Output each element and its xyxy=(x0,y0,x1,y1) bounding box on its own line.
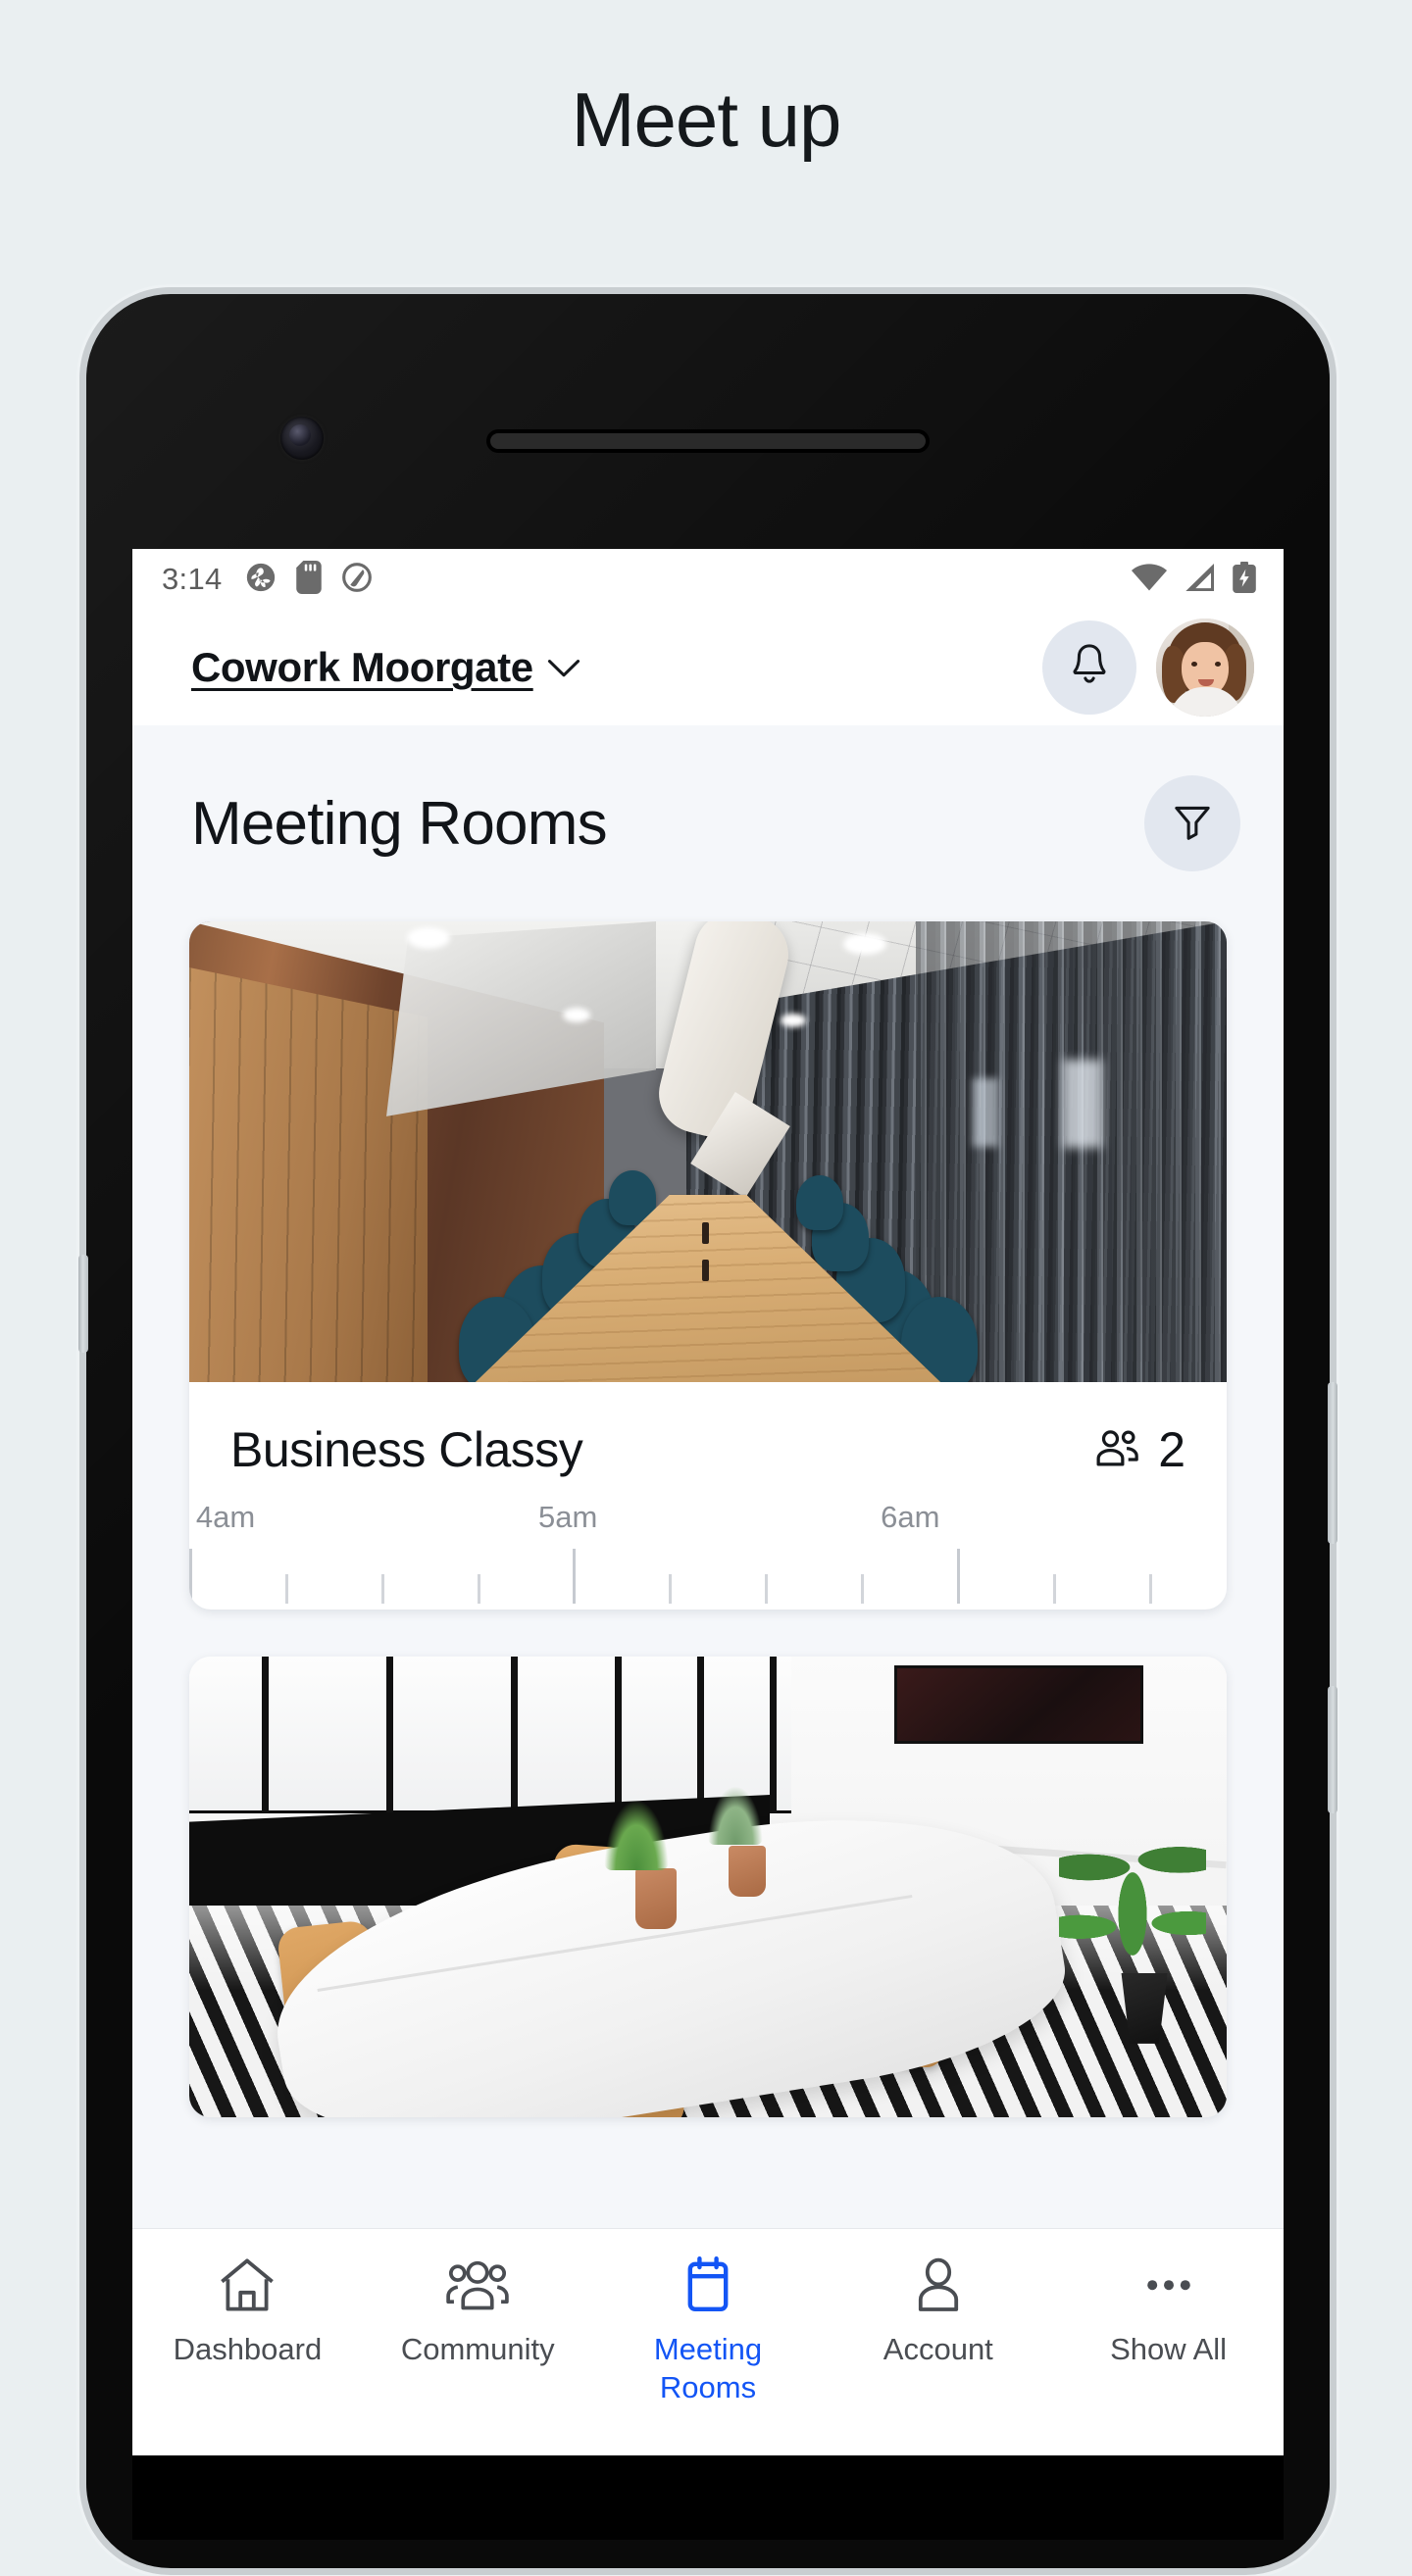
timeline-tick-minor xyxy=(477,1574,480,1604)
timeline-tick-minor xyxy=(1052,1574,1056,1604)
avatar-eye-right xyxy=(1215,662,1221,667)
room-card[interactable]: Business Classy 2 4am 5am 6am xyxy=(189,921,1227,1610)
timeline-label: 4am xyxy=(195,1500,256,1534)
nav-label-account: Account xyxy=(882,2332,993,2366)
phone-screen: 3:14 Cowork Moorgate Meeting Rooms Busin… xyxy=(132,549,1284,2455)
page-title: Meet up xyxy=(571,76,842,163)
room-list[interactable]: Business Classy 2 4am 5am 6am xyxy=(132,921,1284,2455)
room-timeline[interactable]: 4am 5am 6am xyxy=(189,1500,1227,1610)
section-title: Meeting Rooms xyxy=(191,789,608,858)
earpiece-speaker xyxy=(486,429,930,453)
battery-charging-icon xyxy=(1233,561,1256,598)
home-icon xyxy=(218,2253,277,2317)
nav-item-show-all[interactable]: Show All xyxy=(1053,2253,1284,2369)
timeline-label: 6am xyxy=(881,1500,940,1534)
room-capacity-value: 2 xyxy=(1158,1422,1185,1477)
page-header: Meeting Rooms xyxy=(132,725,1284,921)
filter-funnel-icon xyxy=(1172,801,1213,847)
room-name: Business Classy xyxy=(230,1422,583,1477)
avatar-eye-left xyxy=(1191,662,1197,667)
status-bar-notification-icons xyxy=(244,560,374,599)
front-camera xyxy=(280,417,324,460)
sync-circle-icon xyxy=(340,561,374,599)
filter-button[interactable] xyxy=(1144,775,1240,871)
room-photo xyxy=(189,921,1227,1382)
status-bar-system-icons xyxy=(1131,561,1256,598)
avatar[interactable] xyxy=(1156,619,1254,717)
power-button[interactable] xyxy=(1328,1382,1337,1544)
people-icon xyxy=(1091,1428,1142,1472)
notifications-button[interactable] xyxy=(1042,620,1136,715)
status-bar-clock: 3:14 xyxy=(162,562,223,596)
timeline-tick-minor xyxy=(861,1574,865,1604)
calendar-icon xyxy=(681,2253,734,2317)
app-bar: Cowork Moorgate xyxy=(132,610,1284,725)
nav-label-dashboard: Dashboard xyxy=(173,2332,323,2366)
nav-item-dashboard[interactable]: Dashboard xyxy=(132,2253,363,2369)
room-capacity: 2 xyxy=(1091,1421,1185,1478)
timeline-tick-minor xyxy=(1148,1574,1152,1604)
status-bar: 3:14 xyxy=(132,549,1284,610)
timeline-label: 5am xyxy=(538,1500,598,1534)
room-photo xyxy=(189,1657,1227,2117)
ellipsis-icon xyxy=(1139,2253,1198,2317)
nav-label-community: Community xyxy=(400,2332,555,2366)
volume-button[interactable] xyxy=(1328,1686,1337,1813)
people-group-icon xyxy=(445,2253,510,2317)
location-selector[interactable]: Cowork Moorgate xyxy=(191,644,580,691)
timeline-tick-minor xyxy=(380,1574,384,1604)
bell-icon xyxy=(1068,642,1111,694)
cellular-signal-icon xyxy=(1184,563,1217,597)
chevron-down-icon xyxy=(547,658,580,684)
nav-item-meeting-rooms[interactable]: Meeting Rooms xyxy=(593,2253,824,2407)
nav-label-show-all: Show All xyxy=(1110,2332,1228,2366)
timeline-labels: 4am 5am 6am xyxy=(189,1500,1227,1545)
sd-card-icon xyxy=(295,560,323,599)
phone-frame: 3:14 Cowork Moorgate Meeting Rooms Busin… xyxy=(78,294,1337,2568)
room-info: Business Classy 2 xyxy=(189,1382,1227,1500)
location-name: Cowork Moorgate xyxy=(191,644,533,690)
bottom-navigation[interactable]: Dashboard Community Meeting Rooms Accoun… xyxy=(132,2228,1284,2455)
timeline-tick-minor xyxy=(669,1574,673,1604)
nav-item-account[interactable]: Account xyxy=(823,2253,1053,2369)
timeline-tick-major xyxy=(956,1549,960,1604)
nav-label-meeting-rooms: Meeting Rooms xyxy=(653,2332,763,2404)
camera-shutter-icon xyxy=(244,561,277,599)
timeline-tick-major xyxy=(573,1549,577,1604)
left-side-button[interactable] xyxy=(78,1255,88,1353)
timeline-ticks xyxy=(189,1545,1227,1604)
timeline-tick-minor xyxy=(765,1574,769,1604)
wifi-icon xyxy=(1131,563,1168,597)
timeline-tick-minor xyxy=(284,1574,288,1604)
person-icon xyxy=(912,2253,965,2317)
nav-item-community[interactable]: Community xyxy=(363,2253,593,2369)
timeline-tick-major xyxy=(189,1549,192,1604)
room-card[interactable] xyxy=(189,1657,1227,2117)
phone-bottom-bezel xyxy=(132,2455,1284,2540)
